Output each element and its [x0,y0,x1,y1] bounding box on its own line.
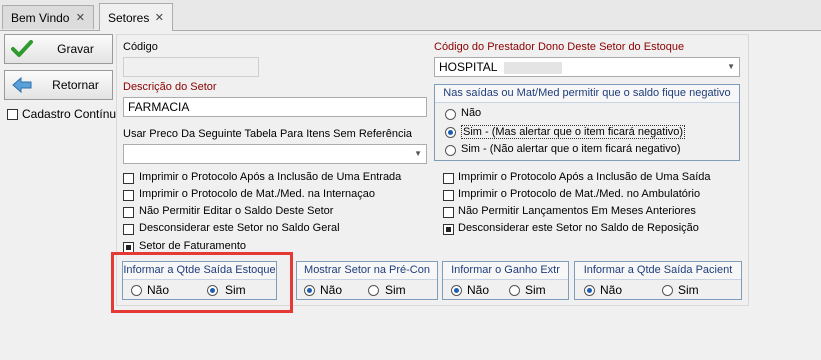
ganho-extra-sim[interactable] [509,285,520,296]
mostrar-setor-nao[interactable] [304,285,315,296]
saldo-option-sim-alertar-label: Sim - (Mas alertar que o item ficará neg… [461,125,686,139]
saldo-option-nao[interactable] [445,109,456,120]
saldo-option-sim-nao-alertar[interactable] [445,145,456,156]
checkbox-protocolo-saida[interactable] [443,173,454,184]
qtde-saida-paciente-title: Informar a Qtde Saída Pacient [575,262,741,280]
ganho-extra-nao[interactable] [451,285,462,296]
descricao-label: Descrição do Setor [123,81,217,93]
checkbox-setor-faturamento[interactable] [123,242,134,253]
checkbox-protocolo-internacao-label: Imprimir o Protocolo de Mat./Med. na Int… [139,188,375,200]
saldo-option-nao-label: Não [461,107,482,119]
ganho-extra-group: Informar o Ganho Extr [442,261,569,300]
codigo-label: Código [123,41,158,53]
checkbox-protocolo-entrada-label: Imprimir o Protocolo Após a Inclusão de … [139,171,402,183]
descricao-input[interactable]: FARMACIA [123,97,427,117]
qtde-saida-estoque-sim-label: Sim [225,283,246,297]
tab-bem-vindo-label: Bem Vindo [11,11,70,25]
chevron-down-icon: ▼ [727,62,735,71]
arrow-left-icon [12,76,32,94]
prestador-label: Código do Prestador Dono Deste Setor do … [434,41,685,53]
ganho-extra-nao-label: Não [467,283,490,297]
mostrar-setor-title: Mostrar Setor na Pré-Con [297,262,437,280]
close-icon[interactable]: ✕ [155,4,164,32]
checkbox-desconsiderar-saldo-geral-label: Desconsiderar este Setor no Saldo Geral [139,222,340,234]
saldo-option-sim-nao-alertar-label: Sim - (Não alertar que o item ficará neg… [461,143,681,155]
checkbox-desconsiderar-reposicao[interactable] [443,224,454,235]
checkbox-desconsiderar-reposicao-label: Desconsiderar este Setor no Saldo de Rep… [458,222,699,234]
chevron-down-icon: ▼ [414,149,422,158]
mostrar-setor-sim[interactable] [368,285,379,296]
saldo-option-sim-alertar[interactable] [445,127,456,138]
checkbox-protocolo-entrada[interactable] [123,173,134,184]
qtde-saida-paciente-nao-label: Não [600,283,623,297]
mostrar-setor-group: Mostrar Setor na Pré-Con [296,261,438,300]
tab-setores-label: Setores [108,11,150,25]
checkbox-protocolo-ambulatorio[interactable] [443,190,454,201]
checkmark-icon [11,40,33,57]
save-button[interactable]: Gravar [4,34,113,64]
mostrar-setor-sim-label: Sim [385,283,406,297]
saldo-negativo-title: Nas saídas ou Mat/Med permitir que o sal… [435,85,739,103]
qtde-saida-estoque-nao-label: Não [147,283,170,297]
tab-bem-vindo[interactable]: Bem Vindo ✕ [2,5,94,29]
qtde-saida-estoque-group: Informar a Qtde Saída Estoque [122,261,277,300]
ganho-extra-sim-label: Sim [525,283,546,297]
checkbox-nao-editar-saldo-label: Não Permitir Editar o Saldo Deste Setor [139,205,334,217]
tabela-label: Usar Preco Da Seguinte Tabela Para Itens… [123,128,413,140]
return-button-label: Retornar [52,78,99,92]
checkbox-nao-permitir-meses-anteriores[interactable] [443,207,454,218]
qtde-saida-paciente-sim-label: Sim [678,283,699,297]
qtde-saida-estoque-nao[interactable] [131,285,142,296]
mostrar-setor-nao-label: Não [320,283,343,297]
codigo-field [123,57,259,77]
prestador-select[interactable]: HOSPITAL ▼ [434,57,740,77]
prestador-value: HOSPITAL [439,60,498,74]
ganho-extra-title: Informar o Ganho Extr [443,262,568,280]
checkbox-nao-editar-saldo[interactable] [123,207,134,218]
checkbox-setor-faturamento-label: Setor de Faturamento [139,240,247,252]
qtde-saida-estoque-title: Informar a Qtde Saída Estoque [123,262,276,280]
qtde-saida-paciente-sim[interactable] [662,285,673,296]
tab-setores[interactable]: Setores ✕ [99,3,173,31]
return-button[interactable]: Retornar [4,70,113,100]
close-icon[interactable]: ✕ [76,6,85,30]
checkbox-protocolo-internacao[interactable] [123,190,134,201]
checkbox-nao-permitir-meses-anteriores-label: Não Permitir Lançamentos Em Meses Anteri… [458,205,696,217]
save-button-label: Gravar [57,42,94,56]
cadastro-continuo-label: Cadastro Contínuo [22,107,123,121]
checkbox-protocolo-saida-label: Imprimir o Protocolo Após a Inclusão de … [458,171,711,183]
cadastro-continuo-checkbox[interactable] [7,109,18,120]
tab-bar: Bem Vindo ✕ Setores ✕ [0,0,821,31]
redacted-block [504,61,563,74]
checkbox-desconsiderar-saldo-geral[interactable] [123,224,134,235]
qtde-saida-estoque-sim[interactable] [207,285,218,296]
checkbox-protocolo-ambulatorio-label: Imprimir o Protocolo de Mat./Med. no Amb… [458,188,701,200]
tabela-select[interactable]: ▼ [123,144,427,164]
qtde-saida-paciente-nao[interactable] [584,285,595,296]
